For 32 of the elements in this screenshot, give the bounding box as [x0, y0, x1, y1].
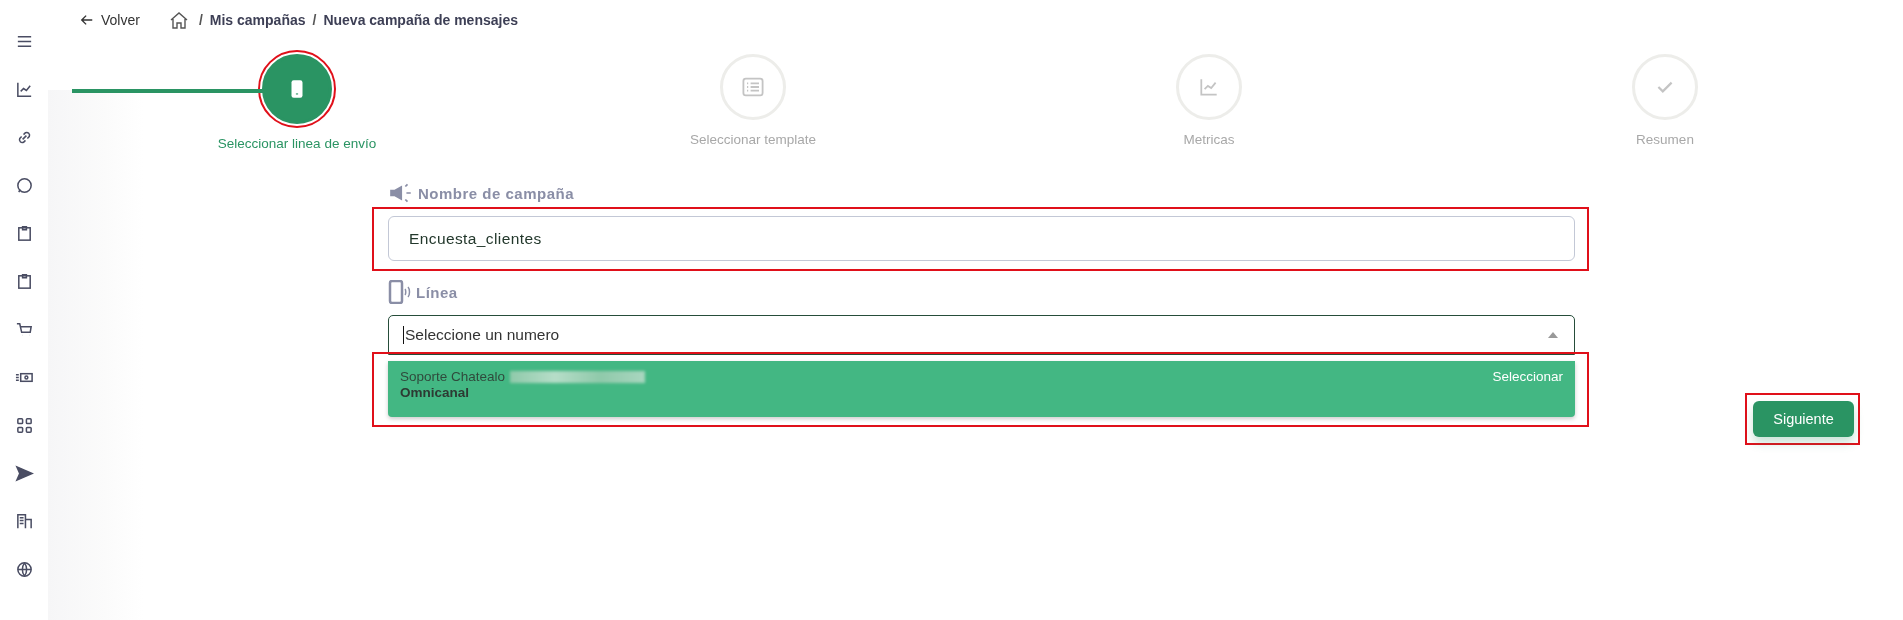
- step-label: Seleccionar linea de envío: [217, 136, 377, 151]
- step-label: Resumen: [1636, 132, 1694, 147]
- back-button[interactable]: Volver: [80, 12, 140, 28]
- list-icon: [741, 75, 765, 99]
- chart-icon: [1198, 76, 1220, 98]
- back-label: Volver: [101, 12, 140, 28]
- option-action: Seleccionar: [1492, 369, 1563, 386]
- home-icon[interactable]: [168, 10, 189, 30]
- breadcrumb-item[interactable]: Mis campañas: [209, 12, 306, 28]
- arrow-left-icon: [80, 13, 94, 27]
- chart-icon[interactable]: [14, 80, 34, 99]
- option-type: Omnicanal: [400, 385, 471, 400]
- breadcrumb-separator: /: [312, 12, 317, 28]
- select-placeholder: Seleccione un numero: [403, 326, 560, 344]
- globe-icon[interactable]: [14, 560, 34, 579]
- send-icon[interactable]: [14, 464, 34, 483]
- megaphone-icon: [388, 182, 414, 204]
- campaign-name-field[interactable]: Encuesta_clientes: [388, 216, 1575, 261]
- step-label: Metricas: [1183, 132, 1235, 147]
- next-button[interactable]: Siguiente: [1753, 401, 1854, 437]
- option-name: Soporte Chatealo: [400, 369, 506, 384]
- breadcrumb-separator: /: [198, 12, 203, 28]
- line-select[interactable]: Seleccione un numero: [388, 315, 1575, 355]
- field-label: Nombre de campaña: [418, 184, 575, 202]
- step-label: Seleccionar template: [689, 132, 817, 147]
- breadcrumb-item[interactable]: Nueva campaña de mensajes: [323, 12, 518, 28]
- chat-icon[interactable]: [14, 176, 34, 195]
- dropdown-option[interactable]: Soporte Chatealo Omnicanal Seleccionar: [388, 361, 1575, 417]
- building-icon[interactable]: [14, 512, 34, 531]
- field-label: Línea: [416, 283, 458, 301]
- caret-icon: [1548, 332, 1558, 338]
- grid-icon[interactable]: [14, 416, 34, 435]
